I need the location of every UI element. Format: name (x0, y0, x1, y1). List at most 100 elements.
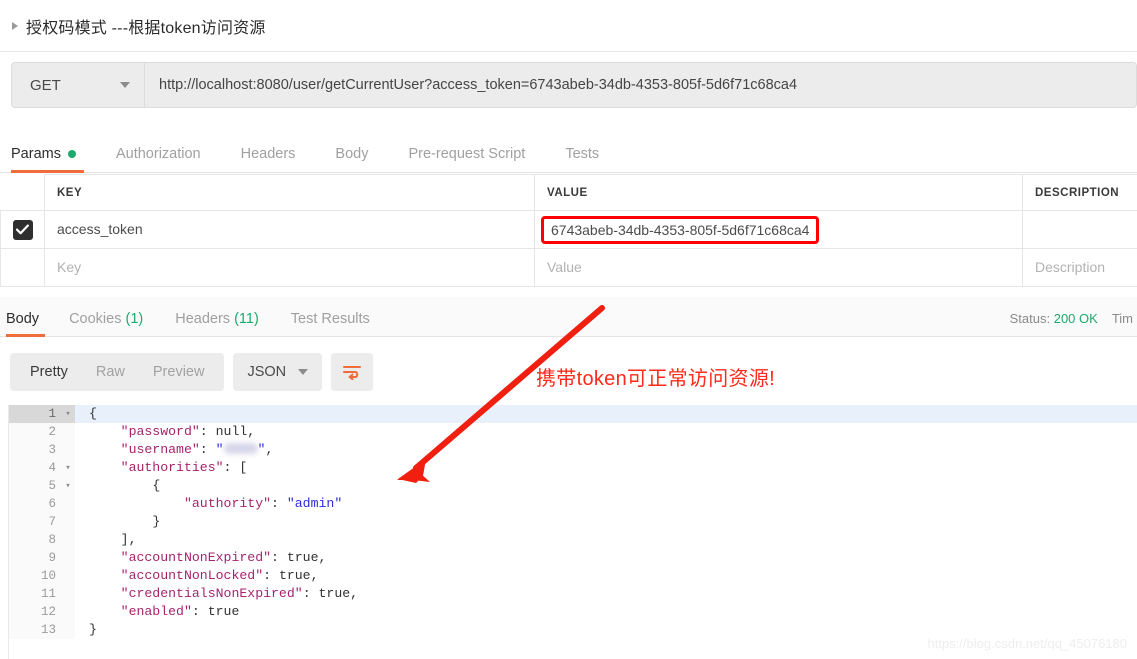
code-text: "authority": "admin" (183, 496, 343, 511)
new-description-cell[interactable]: Description (1022, 248, 1137, 287)
response-tab-test-results[interactable]: Test Results (275, 311, 386, 336)
status-group: Status: 200 OK (1010, 311, 1098, 326)
code-line: 9 "accountNonExpired": true, (9, 549, 1137, 567)
tab-body[interactable]: Body (315, 146, 388, 172)
code-text: { (152, 478, 161, 493)
code-line: 11 "credentialsNonExpired": true, (9, 585, 1137, 603)
code-text: "authorities": [ (120, 460, 248, 475)
chevron-down-icon (298, 369, 309, 375)
line-number: 2 (9, 423, 61, 441)
annotation-text: 携带token可正常访问资源! (536, 368, 775, 390)
row-value-cell[interactable]: 6743abeb-34db-4353-805f-5d6f71c68ca4 (534, 210, 1023, 249)
word-wrap-button[interactable] (331, 353, 374, 391)
header-value: VALUE (534, 174, 1023, 211)
format-pretty[interactable]: Pretty (16, 353, 82, 391)
header-checkbox-col (0, 174, 45, 211)
row-description-cell[interactable] (1022, 210, 1137, 249)
code-line: 1 ▾ { (9, 405, 1137, 423)
param-key-text: access_token (57, 220, 143, 237)
code-text: "accountNonLocked": true, (120, 568, 319, 583)
checkbox-checked-icon[interactable] (12, 219, 33, 240)
code-text: } (89, 622, 97, 637)
content-type-dropdown[interactable]: JSON (233, 353, 323, 391)
fold-toggle-icon[interactable]: ▾ (61, 405, 75, 423)
fold-spacer (61, 603, 75, 621)
code-text: "credentialsNonExpired": true, (120, 586, 359, 601)
line-number: 5 (9, 477, 61, 495)
code-text: } (152, 514, 161, 529)
tab-params[interactable]: Params (0, 146, 96, 173)
table-row: Key Value Description (0, 248, 1137, 287)
code-line: 6 "authority": "admin" (9, 495, 1137, 513)
fold-spacer (61, 531, 75, 549)
fold-spacer (61, 513, 75, 531)
code-text: "password": null, (120, 424, 256, 439)
code-line: 2 "password": null, (9, 423, 1137, 441)
empty-checkbox-cell[interactable] (0, 248, 45, 287)
format-preview[interactable]: Preview (139, 353, 219, 391)
request-title-bar: 授权码模式 ---根据token访问资源 (0, 0, 1137, 52)
new-value-cell[interactable]: Value (534, 248, 1023, 287)
status-value: 200 OK (1053, 311, 1098, 326)
tab-authorization[interactable]: Authorization (96, 146, 221, 172)
table-row: access_token 6743abeb-34db-4353-805f-5d6… (0, 210, 1137, 249)
time-label: Tim (1111, 311, 1133, 326)
response-format-toolbar: Pretty Raw Preview JSON (10, 353, 374, 391)
response-tab-body[interactable]: Body (0, 311, 53, 337)
line-number: 1 (9, 405, 61, 423)
fold-toggle-icon[interactable]: ▾ (61, 477, 75, 495)
response-tab-cookies[interactable]: Cookies (1) (53, 311, 159, 336)
code-text: { (89, 406, 97, 421)
code-text: "username": " ", (120, 442, 274, 457)
code-text: "accountNonExpired": true, (120, 550, 327, 565)
fold-toggle-icon[interactable]: ▾ (61, 459, 75, 477)
headers-count: (11) (234, 311, 259, 327)
line-number: 11 (9, 585, 61, 603)
code-lines: 1 ▾{2 "password": null, 3 "username": " ", 4… (9, 405, 1137, 639)
postman-window: 授权码模式 ---根据token访问资源 GET http://localhos… (0, 0, 1137, 659)
line-number: 10 (9, 567, 61, 585)
line-number: 12 (9, 603, 61, 621)
status-label: Status: (1009, 311, 1051, 326)
format-segment-group: Pretty Raw Preview (10, 353, 225, 391)
watermark: https://blog.csdn.net/qq_45076180 (927, 636, 1128, 651)
code-line: 3 "username": " ", (9, 441, 1137, 459)
request-title: 授权码模式 ---根据token访问资源 (26, 19, 266, 37)
fold-spacer (61, 621, 75, 639)
response-tab-cookies-label: Cookies (69, 311, 122, 327)
params-active-dot-icon (67, 150, 76, 158)
tab-tests[interactable]: Tests (545, 146, 619, 172)
fold-spacer (61, 567, 75, 585)
tab-pre-request-script[interactable]: Pre-request Script (388, 146, 545, 172)
new-key-cell[interactable]: Key (44, 248, 535, 287)
url-input[interactable]: http://localhost:8080/user/getCurrentUse… (145, 62, 1137, 108)
line-number: 9 (9, 549, 61, 567)
response-tab-headers[interactable]: Headers (11) (159, 311, 275, 336)
fold-spacer (61, 549, 75, 567)
response-tab-headers-label: Headers (175, 311, 231, 327)
http-method-dropdown[interactable]: GET (11, 62, 145, 108)
header-description: DESCRIPTION (1022, 174, 1137, 211)
code-line: 10 "accountNonLocked": true, (9, 567, 1137, 585)
table-header-row: KEY VALUE DESCRIPTION (0, 174, 1137, 211)
row-checkbox-cell[interactable] (0, 210, 45, 249)
word-wrap-icon (343, 366, 362, 380)
format-raw[interactable]: Raw (82, 353, 139, 391)
response-tabs: Body Cookies (1) Headers (11) Test Resul… (0, 297, 1137, 337)
code-text: "enabled": true (120, 604, 240, 619)
cookies-count: (1) (125, 311, 144, 327)
row-key-cell[interactable]: access_token (44, 210, 535, 249)
line-number: 8 (9, 531, 61, 549)
fold-spacer (61, 423, 75, 441)
response-body-viewer[interactable]: 1 ▾{2 "password": null, 3 "username": " ", 4… (8, 405, 1137, 659)
line-number: 7 (9, 513, 61, 531)
fold-spacer (61, 495, 75, 513)
triangle-right-icon[interactable] (12, 21, 18, 30)
line-number: 6 (9, 495, 61, 513)
code-line: 5 ▾ { (9, 477, 1137, 495)
line-number: 13 (9, 621, 61, 639)
line-number: 3 (9, 441, 61, 459)
new-value-placeholder: Value (547, 258, 582, 275)
tab-headers[interactable]: Headers (221, 146, 316, 172)
new-key-placeholder: Key (57, 258, 82, 275)
